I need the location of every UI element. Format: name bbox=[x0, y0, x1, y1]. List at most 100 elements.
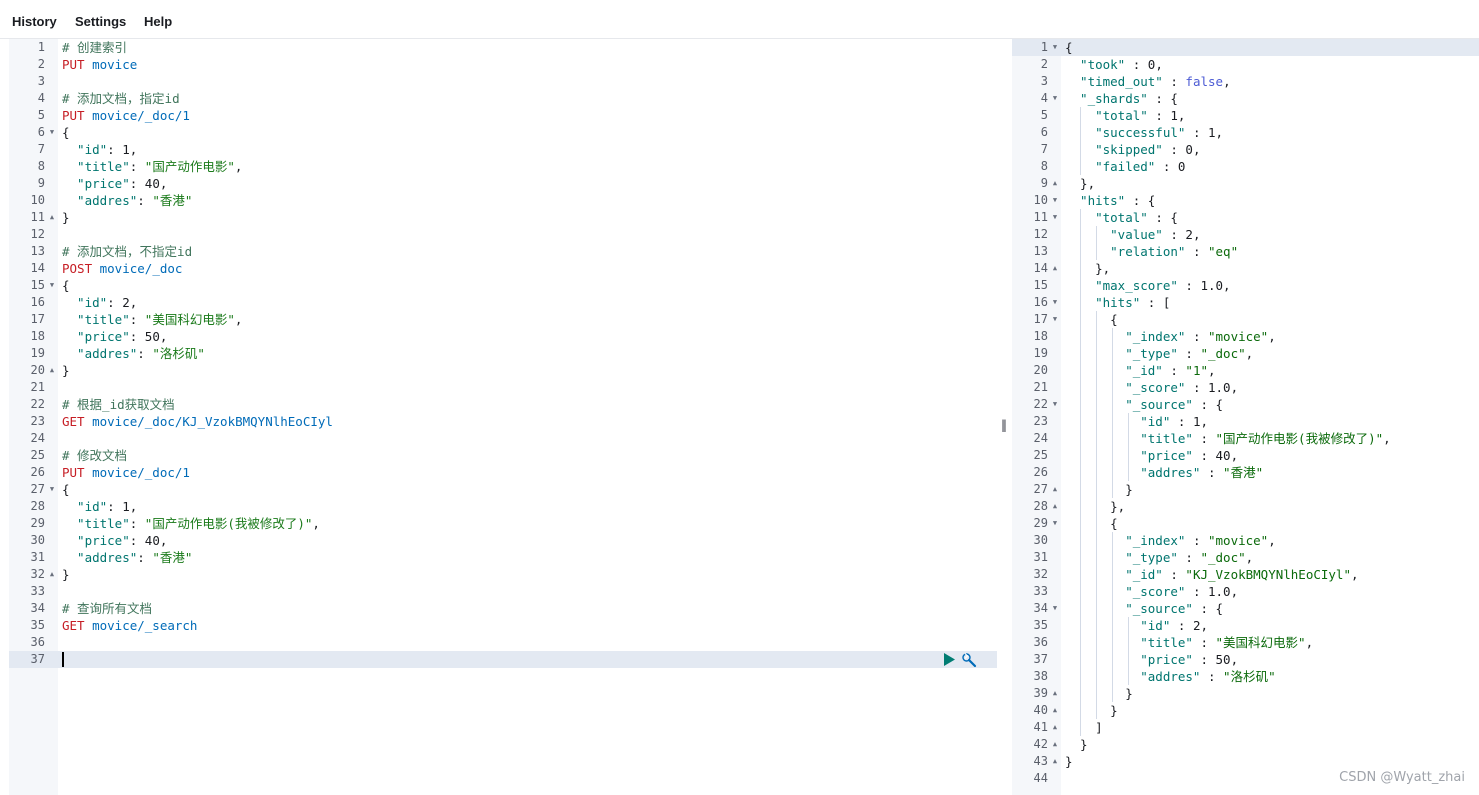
editor-line[interactable]: 32 ▲} bbox=[9, 566, 997, 583]
fold-collapse-icon[interactable]: ▼ bbox=[1051, 515, 1059, 532]
editor-line[interactable]: 33 bbox=[9, 583, 997, 600]
code-text: { bbox=[1065, 516, 1118, 531]
fold-expand-icon[interactable]: ▲ bbox=[1051, 175, 1059, 192]
editor-line[interactable]: 19 "addres": "洛杉矶" bbox=[9, 345, 997, 362]
line-number: 22 bbox=[1033, 397, 1048, 411]
fold-collapse-icon[interactable]: ▼ bbox=[1051, 209, 1059, 226]
line-number: 34 bbox=[1033, 601, 1048, 615]
fold-expand-icon[interactable]: ▲ bbox=[1051, 702, 1059, 719]
editor-line[interactable]: 37 bbox=[9, 651, 997, 668]
line-number: 9 bbox=[37, 176, 45, 190]
line-number: 16 bbox=[1033, 295, 1048, 309]
editor-line[interactable]: 16 "id": 2, bbox=[9, 294, 997, 311]
response-line: 6 "successful" : 1, bbox=[1012, 124, 1479, 141]
menu-help[interactable]: Help bbox=[144, 14, 172, 29]
line-number: 32 bbox=[30, 567, 45, 581]
menu-settings[interactable]: Settings bbox=[75, 14, 126, 29]
editor-line[interactable]: 20 ▲} bbox=[9, 362, 997, 379]
fold-collapse-icon[interactable]: ▼ bbox=[1051, 192, 1059, 209]
editor-line[interactable]: 12 bbox=[9, 226, 997, 243]
code-text: "_score" : 1.0, bbox=[1065, 380, 1239, 395]
menu-history[interactable]: History bbox=[12, 14, 57, 29]
editor-lines[interactable]: 1 # 创建索引 2 PUT movice 3 4 # 添加文档，指定id 5 PUT movi… bbox=[9, 39, 997, 668]
editor-line[interactable]: 30 "price": 40, bbox=[9, 532, 997, 549]
fold-expand-icon[interactable]: ▲ bbox=[1051, 498, 1059, 515]
editor-line[interactable]: 18 "price": 50, bbox=[9, 328, 997, 345]
code-text: GET movice/_search bbox=[62, 618, 198, 633]
run-request-icon[interactable] bbox=[943, 653, 955, 666]
response-line: 43 ▲} bbox=[1012, 753, 1479, 770]
request-editor[interactable]: 1 # 创建索引 2 PUT movice 3 4 # 添加文档，指定id 5 PUT movi… bbox=[9, 39, 997, 795]
line-number: 24 bbox=[30, 431, 45, 445]
line-number: 10 bbox=[30, 193, 45, 207]
code-text: # 查询所有文档 bbox=[62, 601, 153, 616]
fold-expand-icon[interactable]: ▲ bbox=[1051, 719, 1059, 736]
editor-line[interactable]: 36 bbox=[9, 634, 997, 651]
editor-line[interactable]: 21 bbox=[9, 379, 997, 396]
fold-expand-icon[interactable]: ▲ bbox=[1051, 481, 1059, 498]
editor-line[interactable]: 27 ▼ { bbox=[9, 481, 997, 498]
wrench-icon[interactable] bbox=[961, 652, 977, 668]
fold-collapse-icon[interactable]: ▼ bbox=[1051, 600, 1059, 617]
line-number: 42 bbox=[1033, 737, 1048, 751]
fold-expand-icon[interactable]: ▲ bbox=[1051, 753, 1059, 770]
editor-line[interactable]: 3 bbox=[9, 73, 997, 90]
code-text: } bbox=[1065, 754, 1073, 769]
editor-line[interactable]: 24 bbox=[9, 430, 997, 447]
code-text: "_type" : "_doc", bbox=[1065, 346, 1254, 361]
line-number: 31 bbox=[30, 550, 45, 564]
line-number: 19 bbox=[1033, 346, 1048, 360]
fold-collapse-icon[interactable]: ▼ bbox=[1051, 396, 1059, 413]
code-text: POST movice/_doc bbox=[62, 261, 183, 276]
editor-line[interactable]: 6 ▼ { bbox=[9, 124, 997, 141]
editor-line[interactable]: 14 POST movice/_doc bbox=[9, 260, 997, 277]
code-text: "id": 1, bbox=[62, 142, 138, 157]
editor-line[interactable]: 15 ▼ { bbox=[9, 277, 997, 294]
editor-line[interactable]: 34 # 查询所有文档 bbox=[9, 600, 997, 617]
code-text: "id" : 1, bbox=[1065, 414, 1208, 429]
editor-line[interactable]: 5 PUT movice/_doc/1 bbox=[9, 107, 997, 124]
editor-line[interactable]: 28 "id": 1, bbox=[9, 498, 997, 515]
editor-line[interactable]: 8 "title": "国产动作电影", bbox=[9, 158, 997, 175]
editor-line[interactable]: 1 # 创建索引 bbox=[9, 39, 997, 56]
code-text: { bbox=[62, 482, 70, 497]
fold-collapse-icon[interactable]: ▼ bbox=[1051, 294, 1059, 311]
editor-line[interactable]: 10 "addres": "香港" bbox=[9, 192, 997, 209]
editor-line[interactable]: 35 GET movice/_search bbox=[9, 617, 997, 634]
resize-handle-icon[interactable]: ‖ bbox=[1001, 418, 1007, 432]
fold-collapse-icon[interactable]: ▼ bbox=[1051, 39, 1059, 56]
response-line: 37 "price" : 50, bbox=[1012, 651, 1479, 668]
fold-expand-icon[interactable]: ▲ bbox=[48, 209, 56, 226]
editor-line[interactable]: 13 # 添加文档，不指定id bbox=[9, 243, 997, 260]
fold-collapse-icon[interactable]: ▼ bbox=[1051, 90, 1059, 107]
line-number: 32 bbox=[1033, 567, 1048, 581]
editor-line[interactable]: 23 GET movice/_doc/KJ_VzokBMQYNlhEoCIyl bbox=[9, 413, 997, 430]
line-number: 23 bbox=[1033, 414, 1048, 428]
editor-line[interactable]: 17 "title": "美国科幻电影", bbox=[9, 311, 997, 328]
fold-expand-icon[interactable]: ▲ bbox=[1051, 685, 1059, 702]
editor-line[interactable]: 11 ▲} bbox=[9, 209, 997, 226]
fold-expand-icon[interactable]: ▲ bbox=[1051, 260, 1059, 277]
menu-bar: History Settings Help bbox=[0, 0, 1479, 39]
fold-collapse-icon[interactable]: ▼ bbox=[48, 481, 56, 498]
response-line: 28 ▲ }, bbox=[1012, 498, 1479, 515]
editor-line[interactable]: 29 "title": "国产动作电影(我被修改了)", bbox=[9, 515, 997, 532]
editor-line[interactable]: 25 # 修改文档 bbox=[9, 447, 997, 464]
fold-collapse-icon[interactable]: ▼ bbox=[48, 277, 56, 294]
editor-line[interactable]: 31 "addres": "香港" bbox=[9, 549, 997, 566]
fold-expand-icon[interactable]: ▲ bbox=[48, 566, 56, 583]
fold-collapse-icon[interactable]: ▼ bbox=[1051, 311, 1059, 328]
response-line: 14 ▲ }, bbox=[1012, 260, 1479, 277]
code-text: { bbox=[1065, 40, 1073, 55]
editor-line[interactable]: 2 PUT movice bbox=[9, 56, 997, 73]
pane-divider[interactable] bbox=[997, 39, 1012, 795]
editor-line[interactable]: 9 "price": 40, bbox=[9, 175, 997, 192]
fold-collapse-icon[interactable]: ▼ bbox=[48, 124, 56, 141]
editor-line[interactable]: 7 "id": 1, bbox=[9, 141, 997, 158]
editor-line[interactable]: 26 PUT movice/_doc/1 bbox=[9, 464, 997, 481]
fold-expand-icon[interactable]: ▲ bbox=[48, 362, 56, 379]
editor-line[interactable]: 22 # 根据_id获取文档 bbox=[9, 396, 997, 413]
fold-expand-icon[interactable]: ▲ bbox=[1051, 736, 1059, 753]
editor-line[interactable]: 4 # 添加文档，指定id bbox=[9, 90, 997, 107]
response-line: 24 "title" : "国产动作电影(我被修改了)", bbox=[1012, 430, 1479, 447]
